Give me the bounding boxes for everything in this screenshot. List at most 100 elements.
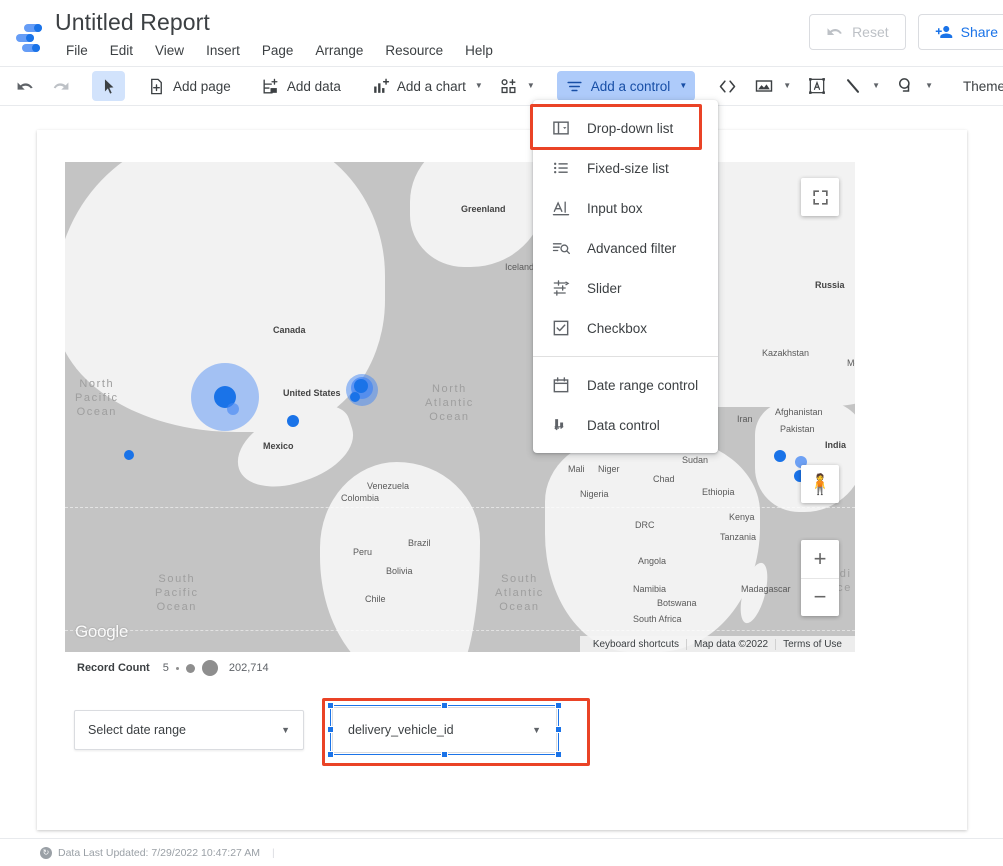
menu-item-label: Input box bbox=[587, 201, 643, 216]
undo-arrow-icon bbox=[826, 23, 844, 41]
annotation-highlight-dropdown-control bbox=[322, 698, 590, 766]
menu-item-label: Data control bbox=[587, 418, 660, 433]
menu-item-date-range-control[interactable]: Date range control bbox=[533, 365, 718, 405]
line-icon bbox=[843, 76, 863, 96]
map-label: Mo bbox=[847, 358, 855, 368]
map-label: Ethiopia bbox=[702, 487, 735, 497]
equator-gridline bbox=[65, 507, 855, 508]
map-label: Namibia bbox=[633, 584, 666, 594]
add-control-label: Add a control bbox=[591, 79, 671, 94]
menu-item-label: Fixed-size list bbox=[587, 161, 669, 176]
menu-help[interactable]: Help bbox=[454, 40, 504, 61]
theme-layout-button[interactable]: Theme and layout bbox=[955, 71, 1003, 101]
map-label: Pakistan bbox=[780, 424, 815, 434]
menu-item-input-box[interactable]: Input box bbox=[533, 188, 718, 228]
map-fullscreen-button[interactable] bbox=[801, 178, 839, 216]
add-chart-button[interactable]: Add a chart ▼ bbox=[363, 71, 491, 101]
map-label: Bolivia bbox=[386, 566, 413, 576]
menu-item-checkbox[interactable]: Checkbox bbox=[533, 308, 718, 348]
tropic-gridline bbox=[65, 630, 855, 631]
map-label: Chile bbox=[365, 594, 386, 604]
zoom-in-button[interactable]: + bbox=[801, 540, 839, 579]
map-data-marker[interactable] bbox=[774, 450, 786, 462]
undo-icon bbox=[16, 77, 35, 96]
redo-button[interactable] bbox=[43, 71, 78, 101]
menu-file[interactable]: File bbox=[55, 40, 99, 61]
chevron-down-icon: ▼ bbox=[527, 82, 535, 90]
add-control-button[interactable]: Add a control ▼ bbox=[557, 71, 695, 101]
map-label: United States bbox=[283, 388, 341, 398]
text-box-icon bbox=[807, 76, 827, 96]
add-data-label: Add data bbox=[287, 79, 341, 94]
add-page-label: Add page bbox=[173, 79, 231, 94]
shape-button[interactable]: ▼ bbox=[888, 71, 941, 101]
image-button[interactable]: ▼ bbox=[746, 71, 799, 101]
menu-resource[interactable]: Resource bbox=[374, 40, 454, 61]
text-box-button[interactable] bbox=[799, 71, 835, 101]
map-data-marker[interactable] bbox=[124, 450, 134, 460]
cursor-arrow-icon bbox=[100, 78, 117, 95]
menu-arrange[interactable]: Arrange bbox=[304, 40, 374, 61]
map-data-copyright: Map data ©2022 bbox=[686, 639, 775, 650]
chevron-down-icon: ▼ bbox=[475, 82, 483, 90]
menu-bar: File Edit View Insert Page Arrange Resou… bbox=[55, 40, 504, 61]
report-title[interactable]: Untitled Report bbox=[55, 9, 210, 36]
select-tool-button[interactable] bbox=[92, 71, 125, 101]
map-data-marker[interactable] bbox=[354, 379, 368, 393]
community-viz-icon bbox=[499, 77, 518, 96]
map-label: Venezuela bbox=[367, 481, 409, 491]
menu-view[interactable]: View bbox=[144, 40, 195, 61]
status-bar: ↻ Data Last Updated: 7/29/2022 10:47:27 … bbox=[0, 838, 1003, 866]
add-control-menu[interactable]: Drop-down list Fixed-size list Input b bbox=[533, 100, 718, 453]
reset-button[interactable]: Reset bbox=[809, 14, 906, 50]
menu-insert[interactable]: Insert bbox=[195, 40, 251, 61]
street-view-pegman-button[interactable]: 🧍 bbox=[801, 465, 839, 503]
google-watermark: Google bbox=[75, 622, 128, 642]
add-chart-label: Add a chart bbox=[397, 79, 466, 94]
refresh-data-icon: ↻ bbox=[40, 847, 52, 859]
embed-button[interactable] bbox=[709, 71, 746, 101]
undo-button[interactable] bbox=[8, 71, 43, 101]
add-page-button[interactable]: Add page bbox=[139, 71, 239, 101]
menu-item-fixed-size-list[interactable]: Fixed-size list bbox=[533, 148, 718, 188]
input-box-icon bbox=[551, 198, 571, 218]
add-data-button[interactable]: Add data bbox=[253, 71, 349, 101]
advanced-filter-icon bbox=[551, 238, 571, 258]
menu-page[interactable]: Page bbox=[251, 40, 305, 61]
map-data-marker[interactable] bbox=[287, 415, 299, 427]
share-button[interactable]: Share bbox=[918, 14, 1003, 50]
menu-item-advanced-filter[interactable]: Advanced filter bbox=[533, 228, 718, 268]
map-label: Mexico bbox=[263, 441, 294, 451]
legend-dot-xs bbox=[176, 667, 179, 670]
image-icon bbox=[754, 76, 774, 96]
geo-map-chart[interactable]: GreenlandIcelandCanadaUnited StatesMexic… bbox=[65, 162, 855, 652]
map-data-marker[interactable] bbox=[350, 392, 360, 402]
chevron-down-icon: ▼ bbox=[783, 82, 791, 90]
menu-item-label: Date range control bbox=[587, 378, 698, 393]
keyboard-shortcuts-link[interactable]: Keyboard shortcuts bbox=[586, 639, 686, 650]
status-divider: | bbox=[272, 847, 275, 859]
menu-item-slider[interactable]: Slider bbox=[533, 268, 718, 308]
street-view-pegman-icon: 🧍 bbox=[808, 472, 833, 497]
map-label: Greenland bbox=[461, 204, 506, 214]
line-button[interactable]: ▼ bbox=[835, 71, 888, 101]
shape-icon bbox=[896, 76, 916, 96]
map-label: Colombia bbox=[341, 493, 379, 503]
map-label: Botswana bbox=[657, 598, 697, 608]
theme-layout-label: Theme and layout bbox=[963, 79, 1003, 94]
menu-edit[interactable]: Edit bbox=[99, 40, 144, 61]
map-label: Afghanistan bbox=[775, 407, 823, 417]
community-viz-button[interactable]: ▼ bbox=[491, 71, 543, 101]
person-add-icon bbox=[935, 23, 953, 41]
menu-item-label: Advanced filter bbox=[587, 241, 676, 256]
annotation-highlight-dropdown-menu-item bbox=[530, 104, 702, 150]
ocean-label: NorthPacificOcean bbox=[75, 377, 119, 419]
date-range-control[interactable]: Select date range ▼ bbox=[74, 710, 304, 750]
zoom-out-button[interactable]: − bbox=[801, 579, 839, 617]
map-data-marker[interactable] bbox=[227, 403, 239, 415]
checkbox-icon bbox=[551, 318, 571, 338]
map-label: Kazakhstan bbox=[762, 348, 809, 358]
menu-item-data-control[interactable]: Data control bbox=[533, 405, 718, 445]
chevron-down-icon: ▼ bbox=[679, 82, 687, 90]
terms-of-use-link[interactable]: Terms of Use bbox=[775, 639, 849, 650]
